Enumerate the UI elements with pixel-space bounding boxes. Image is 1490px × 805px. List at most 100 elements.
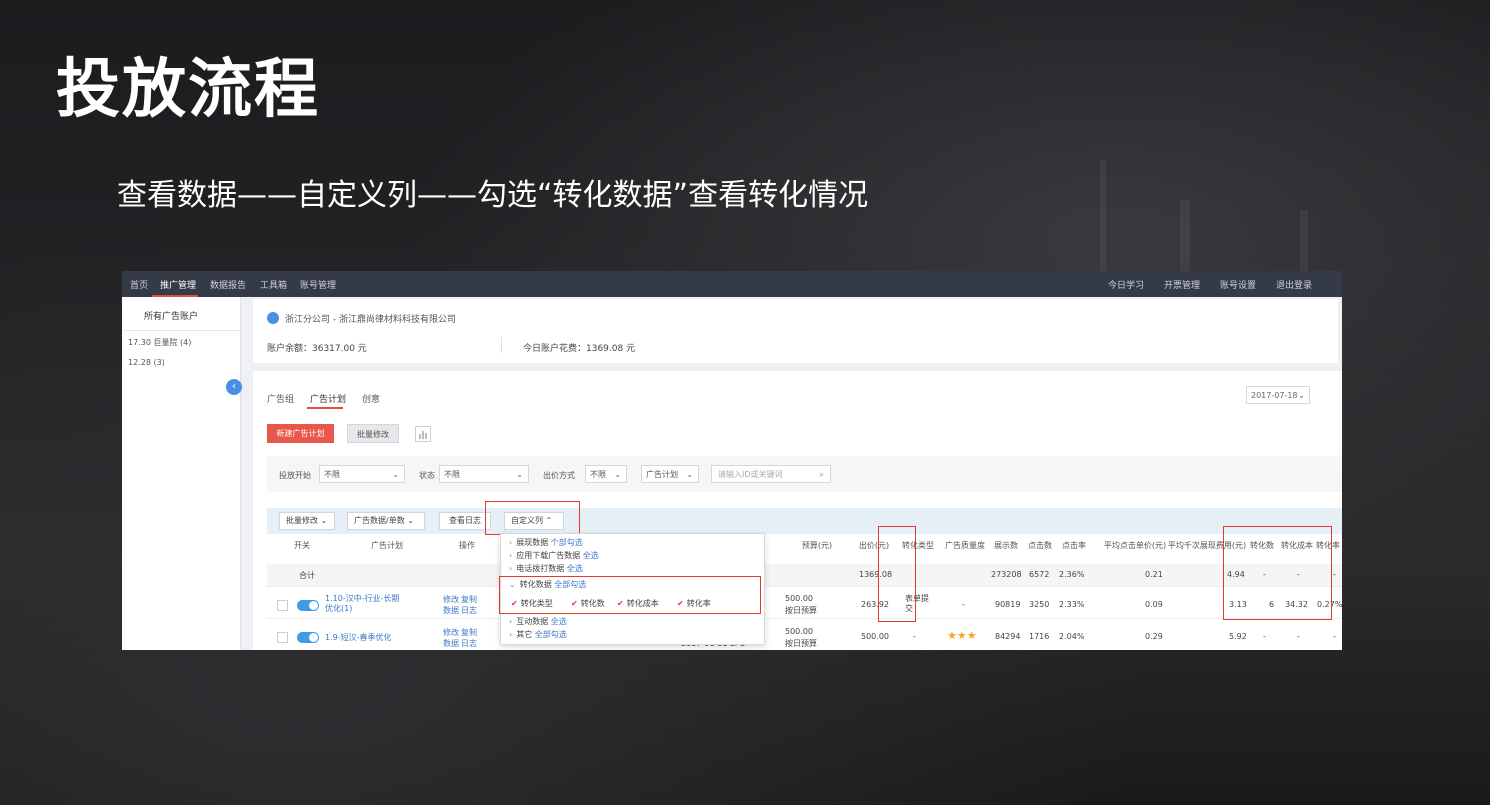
search-placeholder: 请输入ID或关键词	[718, 470, 783, 479]
row-op-log[interactable]: 日志	[461, 638, 477, 649]
tab-ad-plan[interactable]: 广告计划	[310, 392, 346, 405]
row-op-log[interactable]: 日志	[461, 605, 477, 616]
row-bid: 500.00	[861, 632, 889, 641]
chevron-down-icon: ⌄	[1298, 391, 1305, 400]
dropdown-item-tag[interactable]: 全选	[551, 617, 567, 626]
collapse-sidebar-icon[interactable]: ‹	[226, 379, 242, 395]
nav-item-promotion[interactable]: 推广管理	[160, 278, 196, 291]
row-conv-rate: -	[1333, 632, 1336, 641]
tab-creative[interactable]: 创意	[362, 392, 380, 405]
search-input[interactable]: 请输入ID或关键词 ⌕	[711, 465, 831, 483]
dropdown-item-app[interactable]: › 应用下载广告数据 全选	[509, 550, 599, 561]
dropdown-item-label: 电话拨打数据	[516, 564, 565, 573]
summary-ctr: 2.36%	[1059, 570, 1085, 579]
nav-item-account[interactable]: 账号管理	[300, 278, 336, 291]
chevron-down-icon: ⌄	[392, 470, 399, 479]
plan-type-value: 广告计划	[646, 470, 678, 479]
filter-bar: 投放开始 不限 ⌄ 状态 不限 ⌄ 出价方式 不限 ⌄ 广告计划 ⌄ 请输入ID或关键词…	[267, 456, 1342, 492]
row-op-data[interactable]: 数据	[443, 638, 459, 649]
batch-op-button[interactable]: 批量修改 ⌄	[279, 512, 335, 530]
plan-type-select[interactable]: 广告计划 ⌄	[641, 465, 699, 483]
dropdown-item-phone[interactable]: › 电话拨打数据 全选	[509, 563, 583, 574]
dropdown-item-interaction[interactable]: › 互动数据 全选	[509, 616, 567, 627]
dropdown-item-display[interactable]: › 展现数据 个部勾选	[509, 537, 583, 548]
account-name: 浙江分公司 - 浙江鼎尚律材料科技有限公司	[285, 315, 456, 325]
building-silhouette	[1100, 160, 1106, 280]
dropdown-item-other[interactable]: › 其它 全部勾选	[509, 629, 567, 640]
batch-op-label: 批量修改	[286, 516, 318, 525]
row-budget: 500.00	[785, 627, 813, 636]
rating-stars-icon: ★★★	[947, 629, 977, 642]
row-budget: 500.00	[785, 594, 813, 603]
row-ctr: 2.33%	[1059, 600, 1085, 609]
row-clicks: 1716	[1029, 632, 1050, 641]
sidebar: 所有广告账户 17.30 巨量院 (4) 12.28 (3) ‹	[122, 297, 242, 650]
main-card: 广告组 广告计划 创意 2017-07-18 ⌄ 新建广告计划 批量修改 投放开…	[253, 371, 1342, 650]
row-checkbox[interactable]	[277, 600, 288, 611]
row-op-edit[interactable]: 修改	[443, 627, 459, 638]
filter-label-bid: 出价方式	[543, 471, 575, 480]
search-icon[interactable]: ⌕	[820, 466, 824, 484]
row-impressions: 84294	[995, 632, 1021, 641]
dropdown-item-tag[interactable]: 全部勾选	[535, 630, 567, 639]
row-plan-name[interactable]: 1.10-汉中-行业-长期优化(1)	[325, 594, 405, 614]
data-switch-label: 广告数据/单数	[354, 516, 405, 525]
summary-label: 合计	[299, 571, 315, 580]
nav-right-logout[interactable]: 退出登录	[1276, 278, 1312, 291]
row-op-copy[interactable]: 复制	[461, 594, 477, 605]
sidebar-item-account-1[interactable]: 17.30 巨量院 (4)	[128, 337, 191, 348]
row-op-data[interactable]: 数据	[443, 605, 459, 616]
building-silhouette	[1300, 210, 1308, 280]
row-op-copy[interactable]: 复制	[461, 627, 477, 638]
slide-title: 投放流程	[56, 53, 320, 127]
sidebar-divider	[122, 330, 240, 331]
nav-right-learn[interactable]: 今日学习	[1108, 278, 1144, 291]
filter-state-value: 不限	[444, 470, 460, 479]
filter-bid-select[interactable]: 不限 ⌄	[585, 465, 627, 483]
sidebar-item-account-2[interactable]: 12.28 (3)	[128, 358, 165, 367]
filter-label-start: 投放开始	[279, 471, 311, 480]
chevron-right-icon: ›	[509, 617, 513, 626]
filter-state-select[interactable]: 不限 ⌄	[439, 465, 529, 483]
sidebar-title: 所有广告账户	[144, 312, 199, 322]
nav-item-home[interactable]: 首页	[130, 278, 148, 291]
chevron-right-icon: ›	[509, 630, 513, 639]
date-select-value: 2017-07-18	[1251, 391, 1298, 400]
summary-impressions: 273208	[991, 570, 1022, 579]
top-nav: 首页 推广管理 数据报告 工具箱 账号管理 今日学习 开票管理 账号设置 退出登…	[122, 271, 1342, 297]
nav-item-reports[interactable]: 数据报告	[210, 278, 246, 291]
today-spend: 今日账户花费：1369.08 元	[523, 344, 636, 354]
nav-item-tools[interactable]: 工具箱	[260, 278, 287, 291]
filter-bid-value: 不限	[590, 470, 606, 479]
row-plan-name[interactable]: 1.9-短汉-春季优化	[325, 632, 392, 643]
chart-icon[interactable]	[415, 426, 431, 442]
tab-ad-group[interactable]: 广告组	[267, 392, 294, 405]
row-divider	[267, 618, 1342, 619]
account-balance: 账户余额：36317.00 元	[267, 344, 367, 354]
row-op-edit[interactable]: 修改	[443, 594, 459, 605]
dropdown-item-label: 展现数据	[516, 538, 549, 547]
table-toolbar: 批量修改 ⌄ 广告数据/单数 ⌄ 查看日志 自定义列 ⌃	[267, 508, 1342, 534]
dropdown-item-tag[interactable]: 个部勾选	[551, 538, 583, 547]
row-toggle[interactable]	[297, 632, 319, 643]
date-select[interactable]: 2017-07-18 ⌄	[1246, 386, 1310, 404]
row-ctr: 2.04%	[1059, 632, 1085, 641]
row-divider	[267, 586, 1342, 587]
filter-start-select[interactable]: 不限 ⌄	[319, 465, 405, 483]
view-log-button[interactable]: 查看日志	[439, 512, 491, 530]
dropdown-item-tag[interactable]: 全选	[567, 564, 583, 573]
row-impressions: 90819	[995, 600, 1021, 609]
dropdown-item-tag[interactable]: 全选	[583, 551, 599, 560]
new-plan-button[interactable]: 新建广告计划	[267, 424, 334, 443]
row-checkbox[interactable]	[277, 632, 288, 643]
row-toggle[interactable]	[297, 600, 319, 611]
row-cpc: 0.09	[1145, 600, 1163, 609]
dropdown-item-label: 应用下载广告数据	[516, 551, 581, 560]
data-switch-button[interactable]: 广告数据/单数 ⌄	[347, 512, 425, 530]
nav-right-settings[interactable]: 账号设置	[1220, 278, 1256, 291]
account-divider	[501, 337, 502, 353]
chevron-down-icon: ⌄	[686, 470, 693, 479]
dropdown-item-label: 互动数据	[516, 617, 549, 626]
nav-right-invoice[interactable]: 开票管理	[1164, 278, 1200, 291]
batch-button[interactable]: 批量修改	[347, 424, 399, 443]
